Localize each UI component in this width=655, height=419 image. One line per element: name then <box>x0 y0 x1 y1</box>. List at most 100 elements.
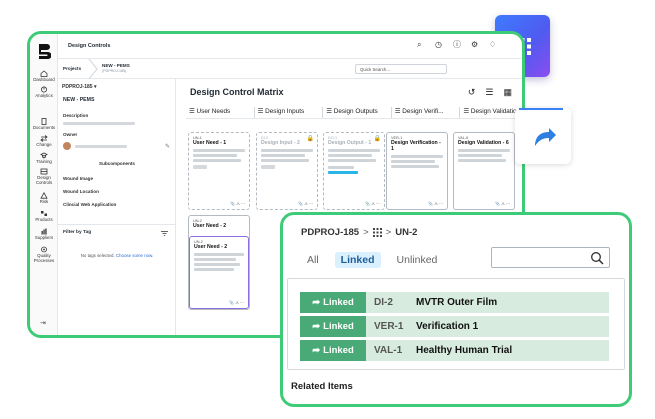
related-items-heading: Related Items <box>291 381 353 392</box>
sidebar-item-documents[interactable]: Documents <box>30 118 58 131</box>
breadcrumb-projects[interactable]: Projects <box>63 66 81 71</box>
avatar <box>63 142 71 150</box>
change-icon <box>40 135 48 142</box>
card-status-icons: 📎 ⚠ ⋯ <box>495 201 510 206</box>
linked-item-id: DI-2 <box>366 292 416 313</box>
column-header-design-outputs[interactable]: ☰ Design Outputs <box>322 107 391 118</box>
design-controls-icon <box>40 168 48 175</box>
popup-breadcrumb-item: UN-2 <box>395 227 418 238</box>
divider <box>58 224 176 225</box>
popup-search-input[interactable] <box>491 247 610 268</box>
quick-search-input[interactable]: Quick Search... <box>355 64 447 74</box>
no-tags-message: No tags selected. Choose some now. <box>80 253 154 258</box>
sidebar: Dashboard Analytics Documents Change Tra… <box>30 34 58 335</box>
description-label: Description <box>63 113 89 118</box>
card-status-icons: 📎 ⚠ ⋯ <box>428 201 443 206</box>
edit-icon[interactable]: ✎ <box>165 143 170 150</box>
project-id[interactable]: PDPROJ-185 ▾ <box>62 84 96 90</box>
tab-all[interactable]: All <box>301 252 325 268</box>
suppliers-icon <box>41 228 47 235</box>
sidebar-item-label: Training <box>36 159 52 164</box>
tab-linked[interactable]: Linked <box>334 252 381 268</box>
list-view-icon[interactable]: ☰ <box>485 87 493 98</box>
sidebar-item-label: Analytics <box>35 93 53 98</box>
share-arrow-icon: ➦ <box>312 297 321 308</box>
matrix-card-selected[interactable]: UN-2 User Need - 2 📎 ⚠ ⋯ <box>189 236 249 309</box>
linked-button[interactable]: ➦ Linked <box>300 340 366 361</box>
linked-item-row: ➦ Linked VER-1 Verification 1 <box>300 316 609 337</box>
column-header-design-inputs[interactable]: ☰ Design Inputs <box>253 107 323 118</box>
clock-icon[interactable]: ◷ <box>435 41 443 49</box>
lock-icon: 🔒 <box>373 136 381 142</box>
logo-icon <box>39 44 51 59</box>
matrix-card[interactable]: VAL-6 Design Validation - 6 📎 ⚠ ⋯ <box>453 132 515 210</box>
sidebar-item-quality-processes[interactable]: Quality Processes <box>30 246 58 263</box>
risk-icon <box>40 192 48 199</box>
history-icon[interactable]: ↺ <box>468 87 476 98</box>
linked-item-id: VER-1 <box>366 316 416 337</box>
linked-item-name: MVTR Outer Film <box>416 292 609 313</box>
linked-button[interactable]: ➦ Linked <box>300 292 366 313</box>
sidebar-item-label: Change <box>36 142 52 147</box>
analytics-icon <box>41 86 47 93</box>
chevron-down-icon: ▾ <box>93 84 97 90</box>
popup-tabs: All Linked Unlinked <box>301 252 443 268</box>
popup-breadcrumb-project[interactable]: PDPROJ-185 <box>301 227 359 238</box>
share-tile[interactable] <box>515 108 571 164</box>
lock-icon: 🔒 <box>306 136 314 142</box>
sidebar-item-label: Suppliers <box>34 235 54 240</box>
card-status-icons: 📎 ⚠ ⋯ <box>229 300 244 305</box>
sidebar-item-change[interactable]: Change <box>30 135 58 148</box>
card-status-icons: 📎 ⚠ ⋯ <box>230 201 245 206</box>
sidebar-item-training[interactable]: Training <box>30 152 58 165</box>
card-status-icons: 📎 ⚠ ⋯ <box>298 201 313 206</box>
matrix-card[interactable]: 🔒 DO-1 Design Output - 1 📎 ⚠ ⋯ <box>323 132 385 210</box>
sidebar-item-label: Dashboard <box>33 77 55 82</box>
search-icon[interactable]: ⌕ <box>417 41 425 49</box>
products-icon <box>41 211 47 216</box>
project-title: NEW - PEMS <box>63 97 95 103</box>
owner-name-placeholder <box>75 145 127 148</box>
matrix-title: Design Control Matrix <box>190 87 284 97</box>
subcomponent-item[interactable]: Wound Image <box>63 176 93 181</box>
choose-tags-link[interactable]: Choose some now. <box>116 253 153 258</box>
popup-breadcrumb: PDPROJ-185 > > UN-2 <box>301 227 417 238</box>
linked-items-popup: PDPROJ-185 > > UN-2 All Linked Unlinked … <box>280 212 632 407</box>
filter-icon[interactable] <box>161 231 168 236</box>
matrix-card[interactable]: VER-1 Design Verification - 1 📎 ⚠ ⋯ <box>386 132 448 210</box>
subcomponent-item[interactable]: Clincial Web Application <box>63 202 116 207</box>
chevron-right-icon <box>88 59 98 79</box>
breadcrumb-separator: > <box>363 227 369 238</box>
collapse-icon[interactable]: ⇥ <box>40 319 46 327</box>
filter-by-tag-label: Filter by Tag <box>63 230 92 235</box>
sidebar-item-dashboard[interactable]: Dashboard <box>30 70 58 83</box>
breadcrumb-separator: > <box>385 227 392 238</box>
column-header-user-needs[interactable]: ☰ User Needs <box>186 107 254 118</box>
sidebar-item-label: Products <box>35 217 53 222</box>
grid-icon <box>372 228 382 237</box>
linked-item-id: VAL-1 <box>366 340 416 361</box>
sidebar-item-suppliers[interactable]: Suppliers <box>30 228 58 241</box>
bell-icon[interactable]: ♢ <box>489 41 497 49</box>
linked-item-name: Healthy Human Trial <box>416 340 609 361</box>
linked-button[interactable]: ➦ Linked <box>300 316 366 337</box>
breadcrumb-project-id: (PDPROJ-185) <box>102 69 127 73</box>
column-header-design-verification[interactable]: ☰ Design Verifi... <box>390 107 460 118</box>
subcomponent-item[interactable]: Wound Location <box>63 189 99 194</box>
search-icon <box>591 252 604 265</box>
matrix-card[interactable]: UN-1 User Need - 1 📎 ⚠ ⋯ <box>188 132 250 210</box>
matrix-card[interactable]: 🔒 DI-2 Design Input - 2 📎 ⚠ ⋯ <box>256 132 318 210</box>
help-icon[interactable]: ⓘ <box>453 41 461 49</box>
sidebar-item-products[interactable]: Products <box>30 210 58 223</box>
app-title: Design Controls <box>68 43 111 49</box>
sidebar-item-design-controls[interactable]: Design Controls <box>30 168 58 185</box>
linked-item-row: ➦ Linked DI-2 MVTR Outer Film <box>300 292 609 313</box>
grid-view-icon[interactable]: ▦ <box>503 87 512 98</box>
tab-unlinked[interactable]: Unlinked <box>391 252 444 268</box>
sidebar-item-risk[interactable]: Risk <box>30 192 58 205</box>
breadcrumb-project[interactable]: NEW - PEMS <box>102 63 130 68</box>
owner-label: Owner <box>63 132 78 137</box>
linked-item-row: ➦ Linked VAL-1 Healthy Human Trial <box>300 340 609 361</box>
settings-icon[interactable]: ⚙ <box>471 41 479 49</box>
sidebar-item-analytics[interactable]: Analytics <box>30 86 58 99</box>
